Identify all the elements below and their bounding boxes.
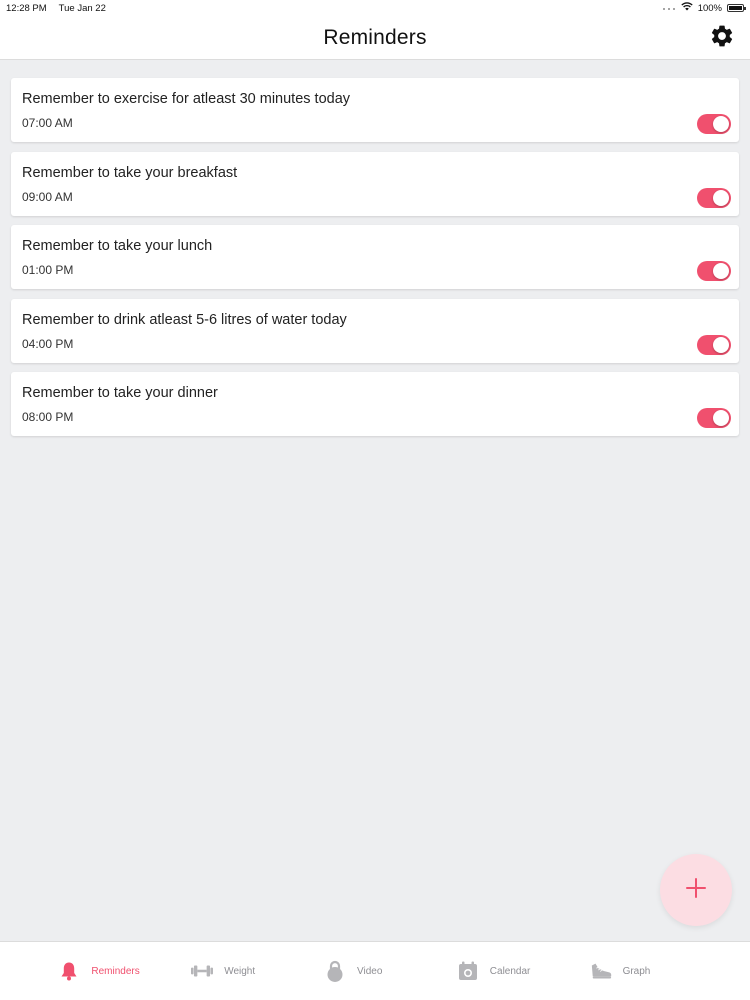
tab-label: Video xyxy=(356,965,383,977)
reminder-title: Remember to take your lunch xyxy=(22,238,213,254)
page-title: Reminders xyxy=(323,25,427,49)
dumbbell-icon xyxy=(191,960,214,982)
reminder-title: Remember to exercise for atleast 30 minu… xyxy=(22,91,351,107)
reminder-time: 07:00 AM xyxy=(22,116,73,130)
reminders-screen: 12:28 PM Tue Jan 22 100% Reminders Remem… xyxy=(0,0,750,1000)
reminder-title: Remember to take your dinner xyxy=(22,385,218,401)
shoe-icon xyxy=(590,960,612,982)
toggle-knob xyxy=(713,336,729,353)
status-date: Tue Jan 22 xyxy=(58,2,106,14)
reminder-toggle[interactable] xyxy=(697,408,731,428)
reminder-card[interactable]: Remember to drink atleast 5-6 litres of … xyxy=(11,298,739,363)
tab-label: Graph xyxy=(622,965,651,977)
reminder-list: Remember to exercise for atleast 30 minu… xyxy=(11,78,739,446)
reminder-title: Remember to take your breakfast xyxy=(22,164,238,181)
signal-dots-icon xyxy=(662,3,676,14)
lock-icon xyxy=(324,960,346,982)
reminder-card[interactable]: Remember to take your breakfast 09:00 AM xyxy=(11,151,739,216)
reminder-time: 09:00 AM xyxy=(22,189,73,204)
reminder-toggle[interactable] xyxy=(697,187,731,208)
toggle-knob xyxy=(713,189,729,206)
gear-icon xyxy=(709,23,735,54)
wifi-icon xyxy=(681,2,693,14)
tab-label: Weight xyxy=(224,965,256,977)
tab-label: Calendar xyxy=(489,965,531,977)
nav-bar: Reminders xyxy=(0,16,750,60)
toggle-knob xyxy=(713,263,729,279)
tab-label: Reminders xyxy=(91,965,140,977)
reminder-card[interactable]: Remember to take your lunch 01:00 PM xyxy=(11,225,739,289)
reminder-time: 04:00 PM xyxy=(22,336,74,351)
reminder-time: 08:00 PM xyxy=(22,410,74,424)
tab-bar: Reminders Weight Video Calendar Graph xyxy=(0,941,750,1000)
settings-button[interactable] xyxy=(708,24,736,52)
tab-graph[interactable]: Graph xyxy=(590,960,710,982)
calendar-icon xyxy=(457,960,479,982)
tab-calendar[interactable]: Calendar xyxy=(457,960,577,982)
reminder-toggle[interactable] xyxy=(697,261,731,281)
reminder-toggle[interactable] xyxy=(697,334,731,355)
toggle-knob xyxy=(713,116,729,132)
tab-reminders[interactable]: Reminders xyxy=(58,960,178,982)
reminder-card[interactable]: Remember to exercise for atleast 30 minu… xyxy=(11,78,739,142)
battery-percent: 100% xyxy=(697,2,722,14)
tab-video[interactable]: Video xyxy=(324,960,444,982)
battery-icon xyxy=(727,4,746,12)
toggle-knob xyxy=(713,410,729,426)
plus-icon xyxy=(685,877,707,904)
reminder-card[interactable]: Remember to take your dinner 08:00 PM xyxy=(11,372,739,436)
add-reminder-button[interactable] xyxy=(660,854,732,926)
status-time: 12:28 PM xyxy=(6,2,47,14)
reminder-title: Remember to drink atleast 5-6 litres of … xyxy=(22,311,347,328)
reminder-time: 01:00 PM xyxy=(22,263,74,277)
bell-icon xyxy=(58,960,80,982)
tab-weight[interactable]: Weight xyxy=(191,960,311,982)
status-bar: 12:28 PM Tue Jan 22 100% xyxy=(0,0,750,16)
reminder-toggle[interactable] xyxy=(697,114,731,134)
